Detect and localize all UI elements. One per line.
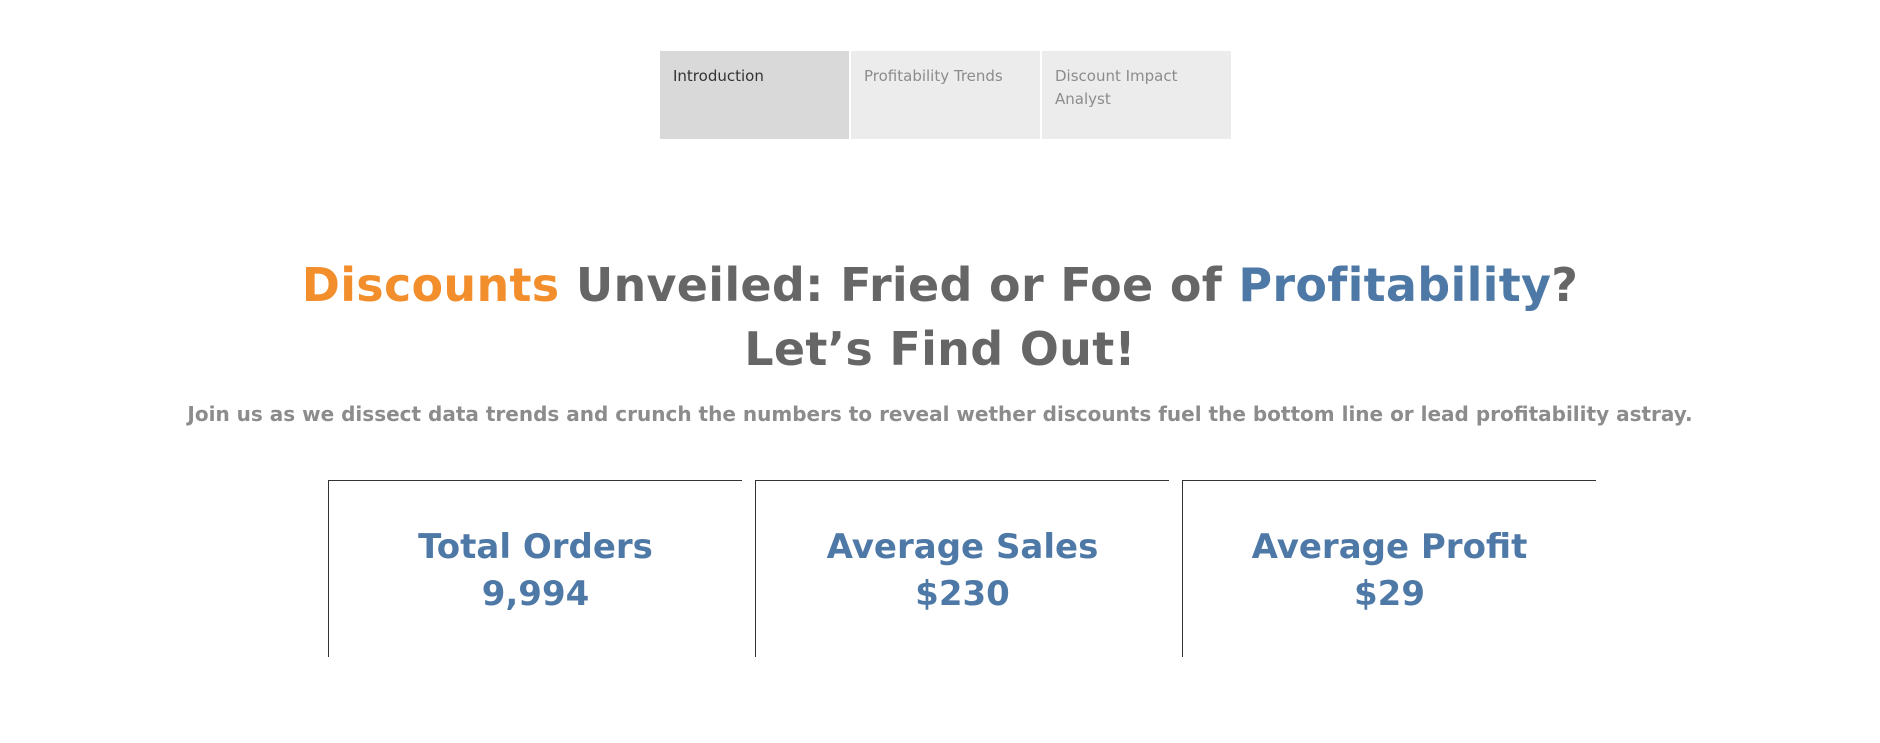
tab-profitability-trends-label: Profitability Trends bbox=[864, 67, 1003, 85]
page-title-line-2: Let’s Find Out! bbox=[744, 322, 1136, 376]
tab-introduction[interactable]: Introduction bbox=[660, 51, 849, 139]
kpi-value: $29 bbox=[1354, 574, 1425, 614]
page-title: Discounts Unveiled: Fried or Foe of Prof… bbox=[0, 253, 1880, 381]
kpi-card-total-orders: Total Orders 9,994 bbox=[328, 480, 742, 657]
tab-profitability-trends[interactable]: Profitability Trends bbox=[851, 51, 1040, 139]
title-middle-text: Unveiled: Fried or Foe of bbox=[559, 258, 1239, 312]
kpi-card-average-sales: Average Sales $230 bbox=[755, 480, 1169, 657]
tab-discount-impact-analyst[interactable]: Discount Impact Analyst bbox=[1042, 51, 1231, 139]
kpi-label: Average Profit bbox=[1251, 527, 1528, 567]
title-question-mark: ? bbox=[1551, 258, 1579, 312]
kpi-value: $230 bbox=[915, 574, 1010, 614]
kpi-value: 9,994 bbox=[481, 574, 590, 614]
kpi-card-average-profit: Average Profit $29 bbox=[1182, 480, 1596, 657]
title-word-discounts: Discounts bbox=[301, 258, 560, 312]
page-subtitle: Join us as we dissect data trends and cr… bbox=[187, 402, 1693, 426]
tab-introduction-label: Introduction bbox=[673, 67, 764, 85]
title-word-profitability: Profitability bbox=[1238, 258, 1552, 312]
tab-discount-impact-analyst-label: Discount Impact Analyst bbox=[1055, 67, 1178, 108]
kpi-row: Total Orders 9,994 Average Sales $230 Av… bbox=[328, 480, 1596, 657]
kpi-label: Average Sales bbox=[826, 527, 1099, 567]
kpi-label: Total Orders bbox=[418, 527, 653, 567]
page-title-line-1: Discounts Unveiled: Fried or Foe of Prof… bbox=[0, 253, 1880, 317]
story-tab-bar: Introduction Profitability Trends Discou… bbox=[660, 51, 1231, 139]
